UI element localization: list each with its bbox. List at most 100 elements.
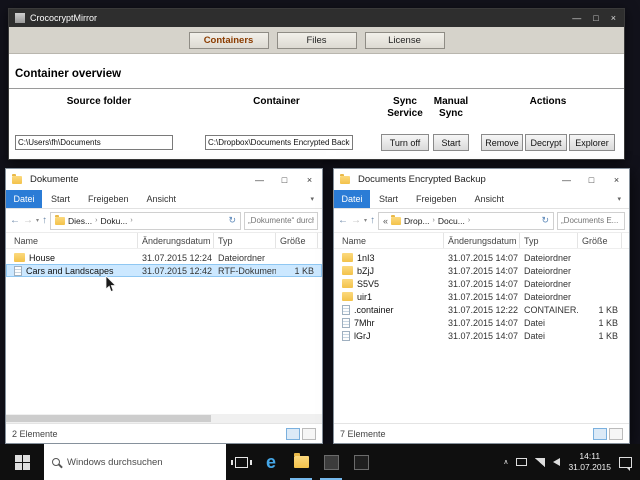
close-icon[interactable]: × xyxy=(297,169,322,190)
forward-icon[interactable]: → xyxy=(23,215,33,226)
search-input[interactable] xyxy=(244,212,318,230)
back-icon[interactable]: ← xyxy=(10,215,20,226)
tray-volume-icon[interactable] xyxy=(553,458,560,466)
file-type: Dateiordner xyxy=(520,279,578,289)
column-header-type[interactable]: Typ xyxy=(214,233,276,248)
column-header-date[interactable]: Änderungsdatum xyxy=(138,233,214,248)
tray-network-icon[interactable] xyxy=(535,458,545,467)
file-date: 31.07.2015 14:07 xyxy=(444,279,520,289)
column-header-name[interactable]: Name xyxy=(10,233,138,248)
decrypt-button[interactable]: Decrypt xyxy=(525,134,567,151)
minimize-icon[interactable]: — xyxy=(572,13,581,23)
back-icon[interactable]: ← xyxy=(338,215,348,226)
column-header-size[interactable]: Größe xyxy=(276,233,318,248)
folder-icon xyxy=(14,253,25,262)
ribbon-tab-ansicht[interactable]: Ansicht xyxy=(466,194,514,204)
window-title: CrococryptMirror xyxy=(30,13,97,23)
ribbon: Datei Start Freigeben Ansicht ▾ xyxy=(334,190,629,209)
breadcrumb-item[interactable]: Drop... xyxy=(404,216,430,226)
tab-files[interactable]: Files xyxy=(277,32,357,49)
address-bar[interactable]: « Drop... › Docu... › ↻ xyxy=(378,212,554,230)
file-row[interactable]: House 31.07.2015 12:24 Dateiordner xyxy=(6,251,322,264)
taskbar-app-button-2[interactable] xyxy=(346,444,376,480)
history-dropdown-icon[interactable]: ▾ xyxy=(364,217,367,224)
details-view-icon[interactable] xyxy=(593,428,607,440)
tab-containers[interactable]: Containers xyxy=(189,32,269,49)
file-row[interactable]: 7Mhr 31.07.2015 14:07 Datei 1 KB xyxy=(334,316,629,329)
column-header-manual-sync: Manual Sync xyxy=(425,96,477,119)
close-icon[interactable]: × xyxy=(604,169,629,190)
action-center-icon[interactable] xyxy=(619,457,632,468)
explorer-button[interactable]: Explorer xyxy=(569,134,615,151)
file-type: RTF-Dokument xyxy=(214,266,276,276)
ribbon-tab-start[interactable]: Start xyxy=(370,194,407,204)
file-row[interactable]: uir1 31.07.2015 14:07 Dateiordner xyxy=(334,290,629,303)
column-header-name[interactable]: Name xyxy=(338,233,444,248)
taskbar-edge-button[interactable]: e xyxy=(256,444,286,480)
thumbnails-view-icon[interactable] xyxy=(609,428,623,440)
search-input[interactable] xyxy=(557,212,625,230)
start-button[interactable] xyxy=(0,444,44,480)
file-row[interactable]: S5V5 31.07.2015 14:07 Dateiordner xyxy=(334,277,629,290)
maximize-icon[interactable]: □ xyxy=(593,13,598,23)
details-view-icon[interactable] xyxy=(286,428,300,440)
clock-date: 31.07.2015 xyxy=(568,462,611,473)
up-icon[interactable]: ↑ xyxy=(370,215,375,226)
file-row[interactable]: .container 31.07.2015 12:22 CONTAINER...… xyxy=(334,303,629,316)
forward-icon[interactable]: → xyxy=(351,215,361,226)
close-icon[interactable]: × xyxy=(611,13,616,23)
taskbar-app-button-1[interactable] xyxy=(316,444,346,480)
ribbon-expand-icon[interactable]: ▾ xyxy=(302,195,322,203)
ribbon-tab-freigeben[interactable]: Freigeben xyxy=(407,194,466,204)
column-header-size[interactable]: Größe xyxy=(578,233,622,248)
navigation-toolbar: ← → ▾ ↑ Dies... › Doku... › ↻ xyxy=(6,209,322,233)
breadcrumb-item[interactable]: Dies... xyxy=(68,216,92,226)
file-row-selected[interactable]: Cars and Landscapes 31.07.2015 12:42 RTF… xyxy=(6,264,322,277)
tray-display-icon[interactable] xyxy=(516,458,527,466)
history-dropdown-icon[interactable]: ▾ xyxy=(36,217,39,224)
file-row[interactable]: bZjJ 31.07.2015 14:07 Dateiordner xyxy=(334,264,629,277)
start-sync-button[interactable]: Start xyxy=(433,134,469,151)
column-header-date[interactable]: Änderungsdatum xyxy=(444,233,520,248)
file-row[interactable]: lGrJ 31.07.2015 14:07 Datei 1 KB xyxy=(334,329,629,342)
tab-license[interactable]: License xyxy=(365,32,445,49)
titlebar[interactable]: Documents Encrypted Backup — □ × xyxy=(334,169,629,190)
taskbar-clock[interactable]: 14:11 31.07.2015 xyxy=(568,451,611,473)
turn-off-button[interactable]: Turn off xyxy=(381,134,429,151)
refresh-icon[interactable]: ↻ xyxy=(228,215,236,226)
file-row[interactable]: 1nI3 31.07.2015 14:07 Dateiordner xyxy=(334,251,629,264)
minimize-icon[interactable]: — xyxy=(554,169,579,190)
taskbar-file-explorer-button[interactable] xyxy=(286,444,316,480)
ribbon-tab-datei[interactable]: Datei xyxy=(334,190,370,208)
ribbon-tab-freigeben[interactable]: Freigeben xyxy=(79,194,138,204)
task-view-button[interactable] xyxy=(226,444,256,480)
column-header-type[interactable]: Typ xyxy=(520,233,578,248)
refresh-icon[interactable]: ↻ xyxy=(541,215,549,226)
taskbar-search[interactable] xyxy=(44,444,226,480)
crococrypt-titlebar[interactable]: CrococryptMirror — □ × xyxy=(9,9,624,27)
folder-icon xyxy=(342,292,353,301)
thumbnails-view-icon[interactable] xyxy=(302,428,316,440)
minimize-icon[interactable]: — xyxy=(247,169,272,190)
ribbon-tab-datei[interactable]: Datei xyxy=(6,190,42,208)
maximize-icon[interactable]: □ xyxy=(579,169,604,190)
ribbon-tab-start[interactable]: Start xyxy=(42,194,79,204)
breadcrumb-overflow-icon[interactable]: « xyxy=(383,216,388,226)
source-folder-input[interactable] xyxy=(15,135,173,150)
scrollbar-thumb[interactable] xyxy=(6,415,211,422)
address-bar[interactable]: Dies... › Doku... › ↻ xyxy=(50,212,241,230)
breadcrumb-item[interactable]: Doku... xyxy=(100,216,127,226)
remove-button[interactable]: Remove xyxy=(481,134,523,151)
horizontal-scrollbar[interactable] xyxy=(6,414,322,423)
folder-icon xyxy=(12,176,22,184)
taskbar-search-input[interactable] xyxy=(67,457,218,468)
titlebar[interactable]: Dokumente — □ × xyxy=(6,169,322,190)
breadcrumb-item[interactable]: Docu... xyxy=(438,216,465,226)
ribbon-tab-ansicht[interactable]: Ansicht xyxy=(138,194,186,204)
list-column-headers: Name Änderungsdatum Typ Größe xyxy=(6,233,322,249)
ribbon-expand-icon[interactable]: ▾ xyxy=(609,195,629,203)
tray-chevron-icon[interactable]: ∧ xyxy=(503,458,508,466)
maximize-icon[interactable]: □ xyxy=(272,169,297,190)
up-icon[interactable]: ↑ xyxy=(42,215,47,226)
container-path-input[interactable] xyxy=(205,135,353,150)
